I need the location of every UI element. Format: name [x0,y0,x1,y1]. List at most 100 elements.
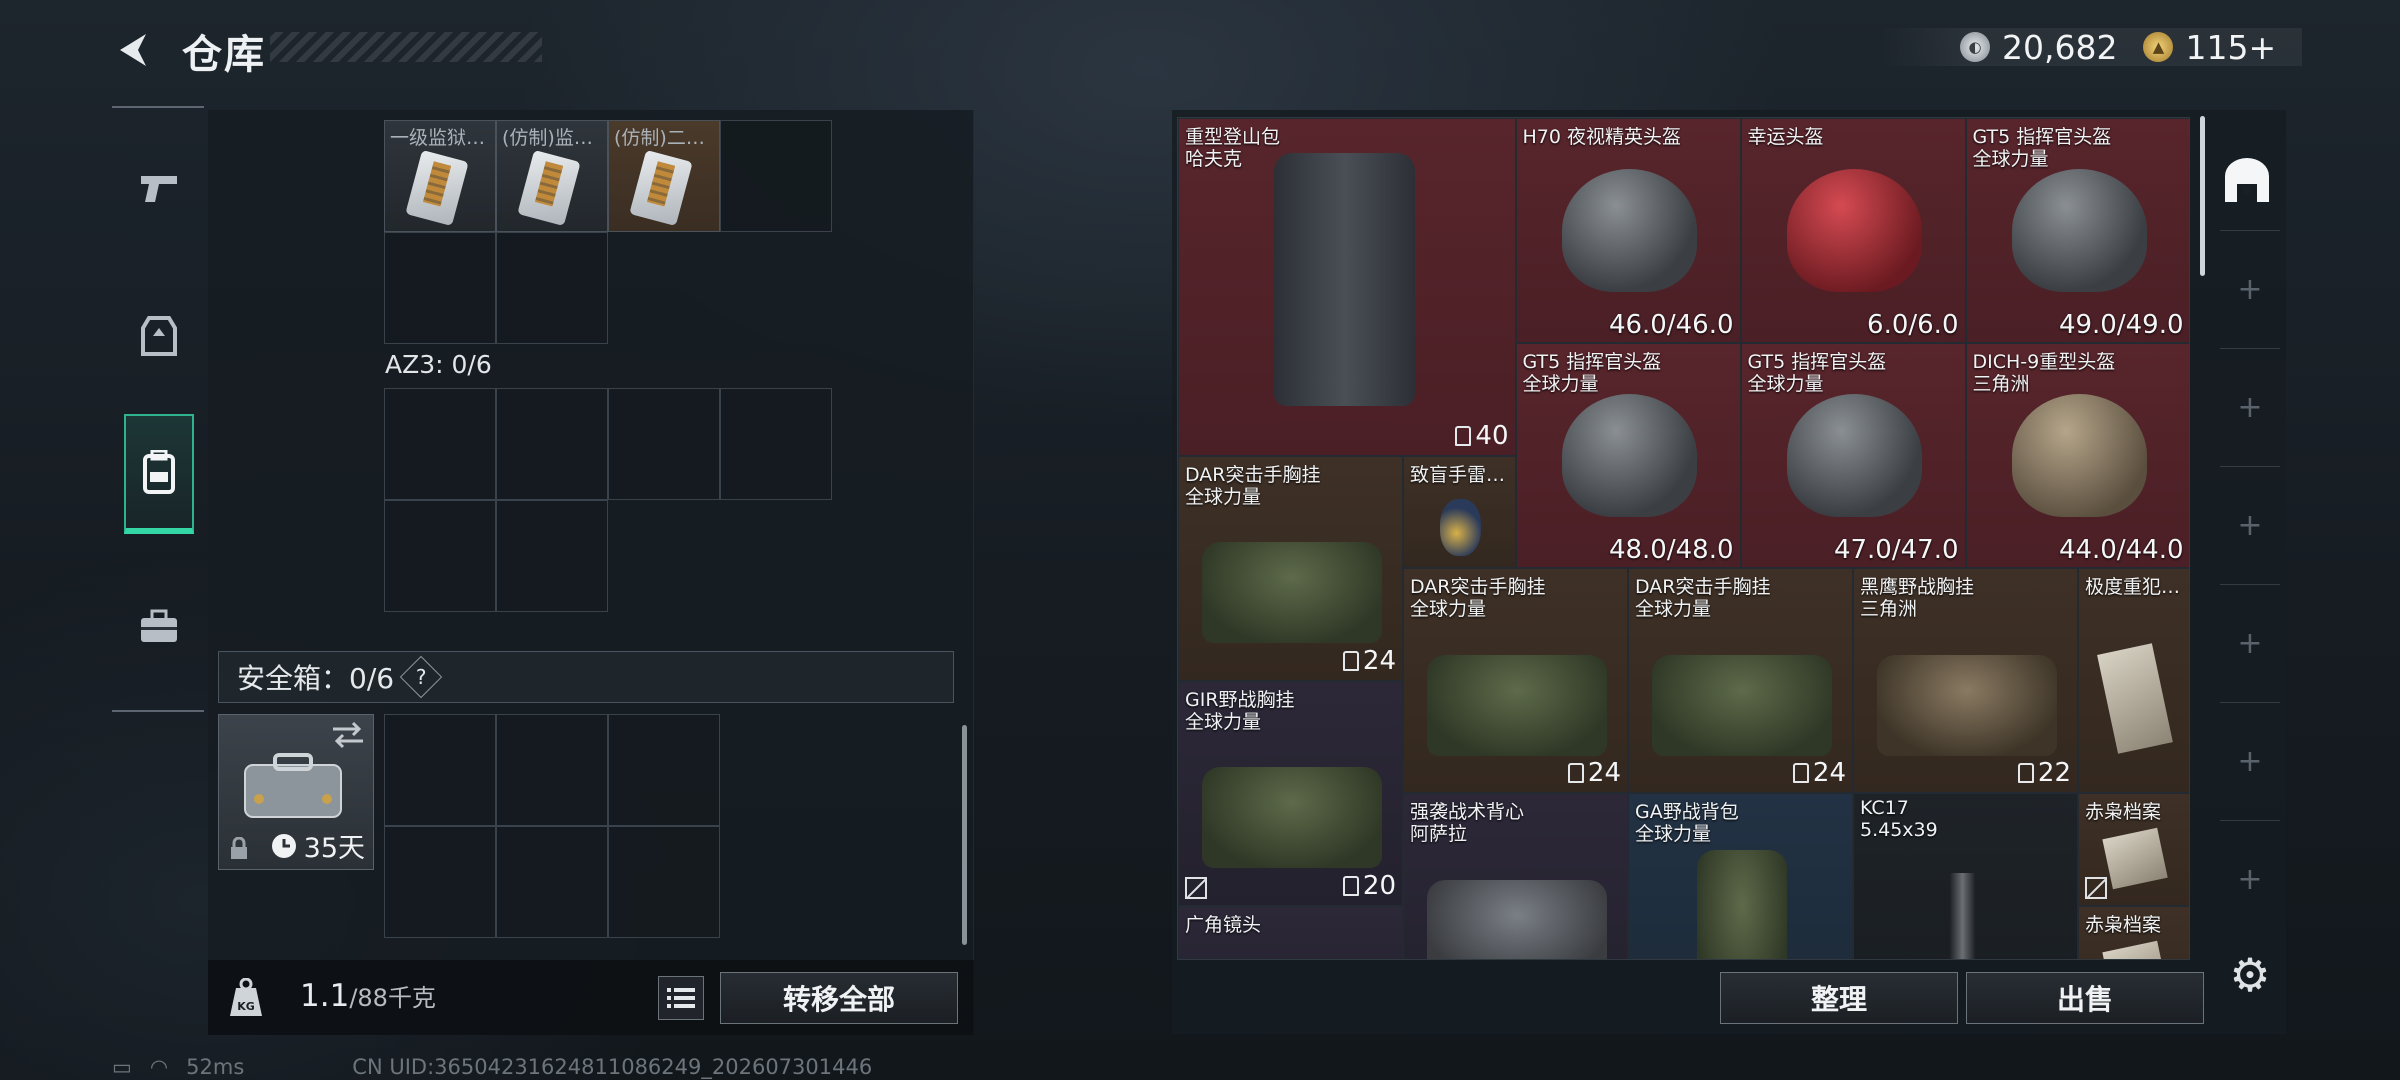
capacity-badge: 24 [1567,758,1621,788]
stash-item[interactable]: 幸运头盔 6.0/6.0 [1740,118,1966,343]
chest-rig-icon [1651,654,1832,756]
no-trade-icon [2085,876,2107,899]
help-glyph: ? [415,665,427,689]
inventory-item[interactable]: (仿制)二… [608,120,720,232]
stash-arch-icon [2225,158,2269,202]
tab-weapons[interactable] [124,128,194,248]
tab-armor[interactable] [124,276,194,396]
keycard-icon [629,149,693,227]
inventory-item[interactable]: 一级监狱… [384,120,496,232]
durability-value: 49.0/49.0 [2058,310,2184,340]
tab-toolbox[interactable] [124,566,194,686]
helmet-icon [2011,393,2147,518]
stash-item[interactable]: 致盲手雷… [1403,455,1516,568]
add-slot-button[interactable]: + [2220,348,2280,466]
stash-scrollbar[interactable] [2200,116,2205,276]
grid-slot[interactable] [384,500,496,612]
stash-item[interactable]: H70 夜视精英头盔 46.0/46.0 [1515,118,1741,343]
grid-slot[interactable] [384,388,496,500]
gear-icon[interactable]: ⚙ [2225,948,2275,1002]
ping-readout: 52ms [186,1055,245,1079]
stash-item[interactable]: DICH-9重型头盔 三角洲 44.0/44.0 [1965,343,2189,568]
item-origin: 全球力量 [1410,598,1487,620]
left-scrollbar[interactable] [962,725,967,945]
sell-button[interactable]: 出售 [1966,972,2204,1024]
capacity-icon [1342,875,1359,896]
stash-item[interactable]: 赤枭档案 [2078,793,2189,906]
stash-item[interactable]: GA野战背包 全球力量 [1628,793,1853,959]
item-origin: 哈夫克 [1185,148,1243,170]
document-icon [2102,828,2169,890]
stash-item[interactable]: KC17 5.45x39 [1853,793,2078,959]
add-slot-button[interactable]: + [2220,702,2280,820]
stash-item[interactable]: GIR野战胸挂 全球力量 20 [1178,680,1403,906]
stash-item[interactable]: GT5 指挥官头盔 全球力量 47.0/47.0 [1740,343,1966,568]
weight-readout: 1.1/88千克 [300,978,436,1014]
item-origin: 全球力量 [1522,373,1599,395]
stash-item[interactable]: 赤枭档案 [2078,905,2189,959]
grid-slot[interactable] [384,714,496,826]
stash-item[interactable]: 重型登山包 哈夫克 40 [1178,118,1516,456]
list-icon [667,988,695,1008]
item-name: 广角镜头 [1185,913,1262,936]
grid-slot[interactable] [496,826,608,938]
grid-slot[interactable] [608,714,720,826]
pistol-icon [141,176,177,202]
title-decoration [270,32,542,62]
gold-coin-icon: ▲ [2143,32,2174,62]
stash-item[interactable]: 强袭战术背心 阿萨拉 [1403,793,1628,959]
back-button[interactable] [112,28,156,72]
grid-spacer [608,232,720,344]
storage-slot-list: + + + + + + [2220,112,2280,932]
lock-icon [231,837,247,859]
swap-icon[interactable] [331,721,365,749]
grid-slot[interactable] [720,120,832,232]
item-origin: 全球力量 [1747,373,1824,395]
grid-slot[interactable] [496,388,608,500]
grid-slot[interactable] [496,714,608,826]
tab-backpack[interactable] [124,414,194,534]
az3-grid [384,388,832,612]
list-view-button[interactable] [658,976,704,1020]
capacity-icon [1567,763,1584,783]
grid-slot[interactable] [608,388,720,500]
backpack-icon [1273,152,1416,406]
item-name: 赤枭档案 [2085,801,2162,823]
grid-slot[interactable] [608,826,720,938]
stash-item[interactable]: DAR突击手胸挂 全球力量 24 [1403,568,1628,793]
inventory-item[interactable]: (仿制)监… [496,120,608,232]
capacity-icon [1455,425,1472,446]
stash-item[interactable]: 极度重犯… [2078,568,2189,793]
add-slot-button[interactable]: + [2220,820,2280,938]
safe-case-icon [244,753,342,818]
stash-item[interactable]: DAR突击手胸挂 全球力量 24 [1178,455,1403,681]
safe-box-item[interactable]: 35天 [218,714,374,870]
document-icon [2102,940,2169,959]
stash-item[interactable]: GT5 指挥官头盔 全球力量 48.0/48.0 [1515,343,1741,568]
grid-slot[interactable] [384,826,496,938]
add-slot-button[interactable]: + [2220,584,2280,702]
grid-slot[interactable] [496,500,608,612]
currency-bar: ◐ 20,682 ▲ 115+ [1880,28,2302,67]
storage-slot-active[interactable] [2210,130,2284,230]
grid-slot[interactable] [720,388,832,500]
item-name: H70 夜视精英头盔 [1522,126,1682,148]
stash-item[interactable]: GT5 指挥官头盔 全球力量 49.0/49.0 [1965,118,2189,343]
clock-icon [271,833,296,858]
capacity-badge: 24 [1792,758,1846,788]
help-icon[interactable]: ? [399,655,443,699]
vest-icon [141,316,177,356]
item-origin: 全球力量 [1972,148,2049,170]
add-slot-button[interactable]: + [2220,230,2280,348]
add-slot-button[interactable]: + [2220,466,2280,584]
capacity-value: 24 [1587,758,1621,788]
transfer-all-button[interactable]: 转移全部 [720,972,958,1024]
stash-item[interactable]: DAR突击手胸挂 全球力量 24 [1628,568,1853,793]
weight-max: /88千克 [349,984,436,1012]
stash-item[interactable]: 广角镜头 [1178,905,1403,959]
sort-button[interactable]: 整理 [1720,972,1958,1024]
silver-coin-icon: ◐ [1960,32,1990,62]
grid-slot[interactable] [384,232,496,344]
stash-item[interactable]: 黑鹰野战胸挂 三角洲 22 [1853,568,2078,793]
grid-slot[interactable] [496,232,608,344]
